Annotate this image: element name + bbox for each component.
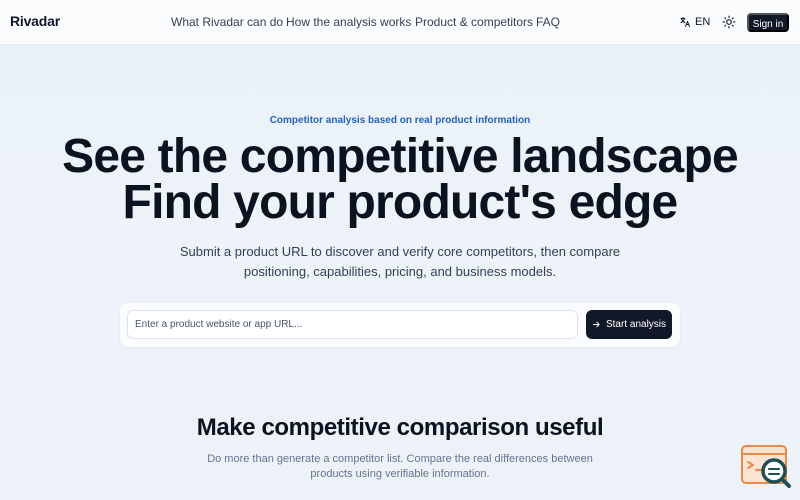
top-navbar: Rivadar What Rivadar can do How the anal… [0,0,800,45]
sign-in-button[interactable]: Sign in [747,13,789,32]
nav-link-how-it-works[interactable]: How the analysis works [286,15,411,29]
nav-link-product-competitors[interactable]: Product & competitors [415,15,533,29]
floating-help-widget[interactable] [740,444,792,490]
hero-headline: See the competitive landscape Find your … [0,133,800,229]
hero-subtitle: Submit a product URL to discover and ver… [179,244,621,279]
language-switcher[interactable]: EN [679,15,710,29]
nav-link-faq[interactable]: FAQ [536,15,560,29]
headline-line-2: Find your product's edge [122,176,679,229]
url-input[interactable] [127,310,578,339]
theme-toggle[interactable] [722,15,736,29]
window-search-icon [741,445,791,488]
url-search-form: Start analysis [120,303,680,347]
section-description: Do more than generate a competitor list.… [207,453,593,480]
sun-icon [722,15,736,29]
arrow-right-icon [593,321,600,328]
start-analysis-label: Start analysis [605,319,667,330]
hero-eyebrow: Competitor analysis based on real produc… [269,115,531,126]
translate-icon [680,17,690,27]
section-title: Make competitive comparison useful [196,414,604,441]
nav-link-capabilities[interactable]: What Rivadar can do [171,15,283,29]
start-analysis-button[interactable]: Start analysis [586,310,672,339]
language-label: EN [695,16,711,28]
